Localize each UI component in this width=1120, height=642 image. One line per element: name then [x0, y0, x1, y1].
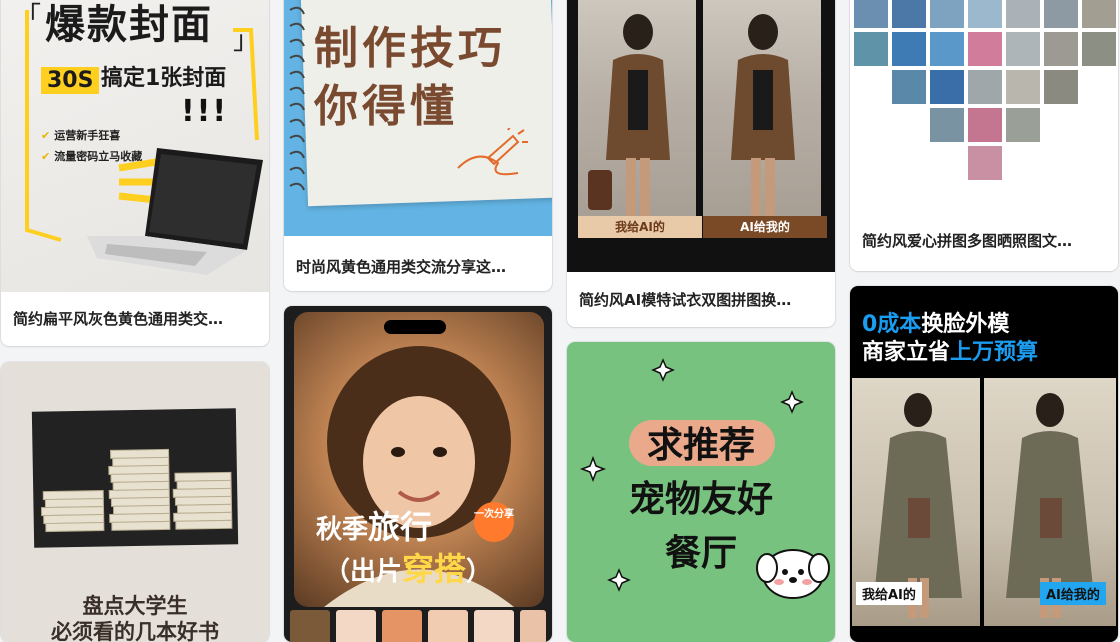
- template-cover: [850, 0, 1118, 210]
- cover-accent: 上万预算: [950, 340, 1039, 365]
- cover-line: 商家立省上万预算: [862, 334, 1038, 366]
- cover-line: 你得懂: [314, 81, 458, 132]
- pencil-doodle: [457, 128, 528, 176]
- cover-text-travel: 旅行: [368, 508, 433, 546]
- cover-text-outfit: 穿搭: [402, 550, 467, 588]
- cover-text-outfit-open: （出片: [324, 557, 403, 587]
- cover-text-autumn: 秋季: [316, 515, 369, 545]
- card-title[interactable]: 简约扁平风灰色黄色通用类交…: [13, 292, 257, 346]
- template-cover: 我给AI的 AI给我的: [567, 0, 835, 272]
- cover-text: 商家立省: [862, 340, 951, 365]
- cover-line: 必须看的几本好书: [51, 619, 219, 642]
- template-cover: 盘点大学生 必须看的几本好书: [1, 362, 269, 642]
- card-title[interactable]: 简约风AI模特试衣双图拼图换…: [579, 273, 823, 327]
- template-card[interactable]: 0成本换脸外模 商家立省上万预算 我给AI的 AI给我的: [850, 286, 1118, 642]
- template-card[interactable]: 盘点大学生 必须看的几本好书: [1, 362, 269, 642]
- label-right: AI给我的: [1040, 582, 1106, 605]
- card-title[interactable]: 时尚风黄色通用类交流分享这…: [296, 243, 540, 291]
- laptop-image: [87, 148, 263, 275]
- template-card[interactable]: 制作技巧 你得懂 时尚风黄色通用类交流分享这…: [284, 0, 552, 291]
- heart-photo-collage: [854, 0, 1116, 180]
- label-left: 我给AI的: [578, 216, 702, 238]
- cover-badge: 一次分享: [474, 502, 514, 542]
- cover-line: 制作技巧: [314, 23, 506, 74]
- cover-text: （出片穿搭）: [324, 544, 492, 590]
- template-cover: 0成本换脸外模 商家立省上万预算 我给AI的 AI给我的: [850, 286, 1118, 642]
- cover-text-close: ）: [466, 557, 493, 587]
- template-card[interactable]: 简约风爱心拼图多图晒照图文…: [850, 0, 1118, 271]
- template-card[interactable]: 秋季旅行 （出片穿搭） 一次分享: [284, 306, 552, 642]
- notebook-rings: [289, 6, 305, 191]
- thumbnail-strip: [290, 610, 546, 642]
- label-right: AI给我的: [703, 216, 827, 238]
- dog-icon: [756, 549, 830, 599]
- template-cover: 制作技巧 你得懂: [284, 0, 552, 236]
- template-cover: 求推荐 宠物友好 餐厅: [567, 342, 835, 642]
- template-cover: 秋季旅行 （出片穿搭） 一次分享: [284, 306, 552, 642]
- template-card[interactable]: 求推荐 宠物友好 餐厅: [567, 342, 835, 642]
- book-stacks: [40, 448, 233, 533]
- template-cover: 「 爆款封面 」 30S 搞定1张封面 !!! 运营新手狂喜 流量密码立马收藏: [1, 0, 269, 292]
- label-left: 我给AI的: [856, 582, 922, 605]
- cover-text: 秋季旅行: [316, 502, 432, 548]
- book-photo: [31, 408, 239, 548]
- model-figures: [588, 14, 795, 218]
- template-card[interactable]: 「 爆款封面 」 30S 搞定1张封面 !!! 运营新手狂喜 流量密码立马收藏 …: [1, 0, 269, 346]
- card-title[interactable]: 简约风爱心拼图多图晒照图文…: [862, 213, 1106, 271]
- template-card[interactable]: 我给AI的 AI给我的 简约风AI模特试衣双图拼图换…: [567, 0, 835, 327]
